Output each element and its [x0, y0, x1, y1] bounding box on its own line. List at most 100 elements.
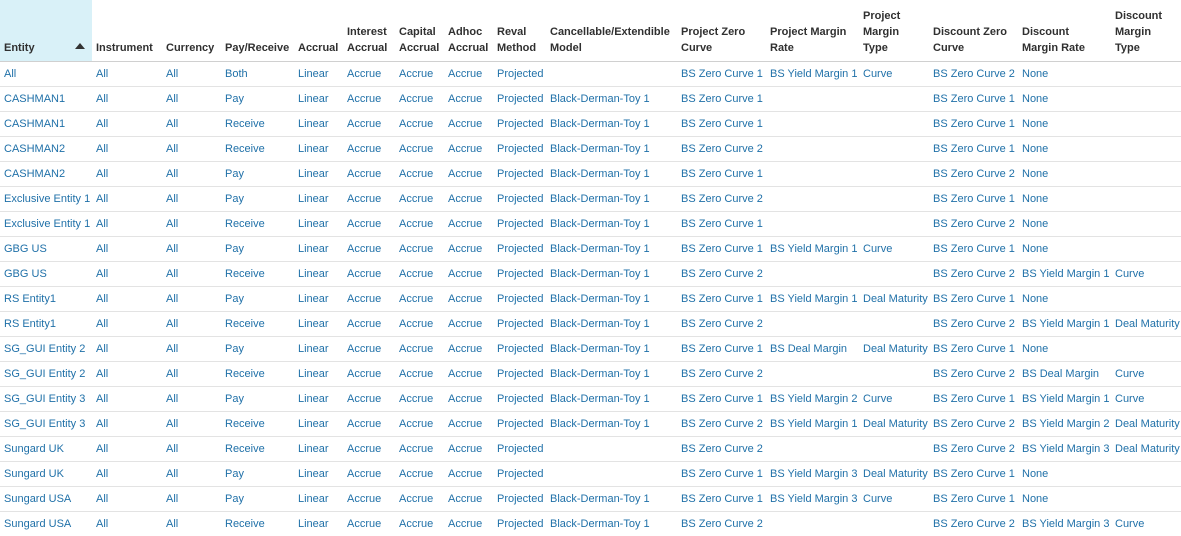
column-header-instrument[interactable]: Instrument: [92, 0, 162, 62]
table-row[interactable]: RS Entity1AllAllPayLinearAccrueAccrueAcc…: [0, 287, 1181, 312]
column-header-label: Entity: [4, 40, 35, 56]
column-header-project-margin-rate[interactable]: Project Margin Rate: [766, 0, 859, 62]
table-row[interactable]: Sungard UKAllAllReceiveLinearAccrueAccru…: [0, 437, 1181, 462]
table-cell: [859, 112, 929, 137]
sort-ascending-icon[interactable]: [75, 43, 85, 49]
table-cell: Projected: [493, 387, 546, 412]
table-row[interactable]: Exclusive Entity 1AllAllPayLinearAccrueA…: [0, 187, 1181, 212]
table-cell: BS Zero Curve 1: [929, 112, 1018, 137]
table-cell: BS Zero Curve 2: [677, 262, 766, 287]
table-cell: Accrue: [444, 162, 493, 187]
table-cell: None: [1018, 62, 1111, 87]
table-cell: All: [162, 312, 221, 337]
table-cell: All: [92, 87, 162, 112]
table-cell: Accrue: [444, 212, 493, 237]
table-cell: Projected: [493, 237, 546, 262]
table-row[interactable]: Exclusive Entity 1AllAllReceiveLinearAcc…: [0, 212, 1181, 237]
column-header-label: Reval Method: [497, 24, 543, 56]
table-cell: None: [1018, 212, 1111, 237]
column-header-interest-accrual[interactable]: Interest Accrual: [343, 0, 395, 62]
table-cell: All: [162, 512, 221, 536]
table-cell: [766, 512, 859, 536]
column-header-cancellable-extendible-model[interactable]: Cancellable/Extendible Model: [546, 0, 677, 62]
table-cell: Black-Derman-Toy 1: [546, 387, 677, 412]
table-cell: All: [92, 112, 162, 137]
table-cell: Accrue: [444, 87, 493, 112]
table-cell: All: [92, 337, 162, 362]
column-header-discount-zero-curve[interactable]: Discount Zero Curve: [929, 0, 1018, 62]
table-cell: Accrue: [395, 87, 444, 112]
column-header-capital-accrual[interactable]: Capital Accrual: [395, 0, 444, 62]
table-cell: Accrue: [343, 112, 395, 137]
table-row[interactable]: CASHMAN2AllAllPayLinearAccrueAccrueAccru…: [0, 162, 1181, 187]
table-cell: BS Zero Curve 2: [677, 512, 766, 536]
table-row[interactable]: CASHMAN1AllAllPayLinearAccrueAccrueAccru…: [0, 87, 1181, 112]
table-row[interactable]: SG_GUI Entity 2AllAllPayLinearAccrueAccr…: [0, 337, 1181, 362]
table-row[interactable]: Sungard UKAllAllPayLinearAccrueAccrueAcc…: [0, 462, 1181, 487]
table-row[interactable]: SG_GUI Entity 3AllAllPayLinearAccrueAccr…: [0, 387, 1181, 412]
table-cell: BS Zero Curve 2: [929, 512, 1018, 536]
table-cell: [766, 362, 859, 387]
table-row[interactable]: SG_GUI Entity 2AllAllReceiveLinearAccrue…: [0, 362, 1181, 387]
table-cell: [859, 87, 929, 112]
table-cell: All: [162, 237, 221, 262]
table-cell: BS Zero Curve 1: [929, 287, 1018, 312]
column-header-accrual[interactable]: Accrual: [294, 0, 343, 62]
table-cell: BS Yield Margin 1: [1018, 387, 1111, 412]
column-header-label: Project Margin Rate: [770, 24, 856, 56]
column-header-entity[interactable]: Entity: [0, 0, 92, 62]
table-cell: BS Zero Curve 2: [677, 362, 766, 387]
table-cell: BS Zero Curve 2: [929, 437, 1018, 462]
table-cell: Linear: [294, 387, 343, 412]
table-cell: Projected: [493, 337, 546, 362]
column-header-adhoc-accrual[interactable]: Adhoc Accrual: [444, 0, 493, 62]
table-row[interactable]: CASHMAN1AllAllReceiveLinearAccrueAccrueA…: [0, 112, 1181, 137]
table-cell: Accrue: [395, 112, 444, 137]
column-header-discount-margin-rate[interactable]: Discount Margin Rate: [1018, 0, 1111, 62]
column-header-project-zero-curve[interactable]: Project Zero Curve: [677, 0, 766, 62]
table-cell: Linear: [294, 87, 343, 112]
table-row[interactable]: GBG USAllAllPayLinearAccrueAccrueAccrueP…: [0, 237, 1181, 262]
table-cell: [859, 137, 929, 162]
table-cell: BS Zero Curve 1: [929, 337, 1018, 362]
table-cell: Accrue: [395, 212, 444, 237]
table-row[interactable]: GBG USAllAllReceiveLinearAccrueAccrueAcc…: [0, 262, 1181, 287]
table-cell: Accrue: [343, 337, 395, 362]
table-row[interactable]: RS Entity1AllAllReceiveLinearAccrueAccru…: [0, 312, 1181, 337]
table-cell: All: [92, 237, 162, 262]
table-cell: BS Zero Curve 2: [929, 62, 1018, 87]
table-row[interactable]: SG_GUI Entity 3AllAllReceiveLinearAccrue…: [0, 412, 1181, 437]
table-row[interactable]: CASHMAN2AllAllReceiveLinearAccrueAccrueA…: [0, 137, 1181, 162]
table-cell: Projected: [493, 212, 546, 237]
column-header-currency[interactable]: Currency: [162, 0, 221, 62]
table-cell: Accrue: [395, 237, 444, 262]
table-cell: [1111, 487, 1181, 512]
table-cell: All: [92, 487, 162, 512]
table-cell: All: [162, 187, 221, 212]
column-header-discount-margin-type[interactable]: Discount Margin Type: [1111, 0, 1181, 62]
column-header-label: Project Margin Type: [863, 8, 926, 56]
table-cell: Accrue: [395, 137, 444, 162]
table-cell: All: [92, 162, 162, 187]
table-cell: [766, 262, 859, 287]
column-header-project-margin-type[interactable]: Project Margin Type: [859, 0, 929, 62]
table-row[interactable]: Sungard USAAllAllPayLinearAccrueAccrueAc…: [0, 487, 1181, 512]
table-cell: Black-Derman-Toy 1: [546, 137, 677, 162]
table-row[interactable]: Sungard USAAllAllReceiveLinearAccrueAccr…: [0, 512, 1181, 536]
table-cell: [859, 262, 929, 287]
column-header-pay-receive[interactable]: Pay/Receive: [221, 0, 294, 62]
table-cell: BS Zero Curve 1: [677, 387, 766, 412]
table-cell: BS Yield Margin 1: [1018, 262, 1111, 287]
table-cell: Sungard UK: [0, 462, 92, 487]
table-row[interactable]: AllAllAllBothLinearAccrueAccrueAccruePro…: [0, 62, 1181, 87]
table-cell: [546, 437, 677, 462]
table-cell: BS Zero Curve 2: [929, 262, 1018, 287]
table-cell: Accrue: [444, 362, 493, 387]
table-cell: [1111, 187, 1181, 212]
table-cell: [766, 162, 859, 187]
table-cell: Pay: [221, 462, 294, 487]
table-cell: Pay: [221, 87, 294, 112]
table-cell: Black-Derman-Toy 1: [546, 412, 677, 437]
table-cell: Black-Derman-Toy 1: [546, 512, 677, 536]
column-header-reval-method[interactable]: Reval Method: [493, 0, 546, 62]
